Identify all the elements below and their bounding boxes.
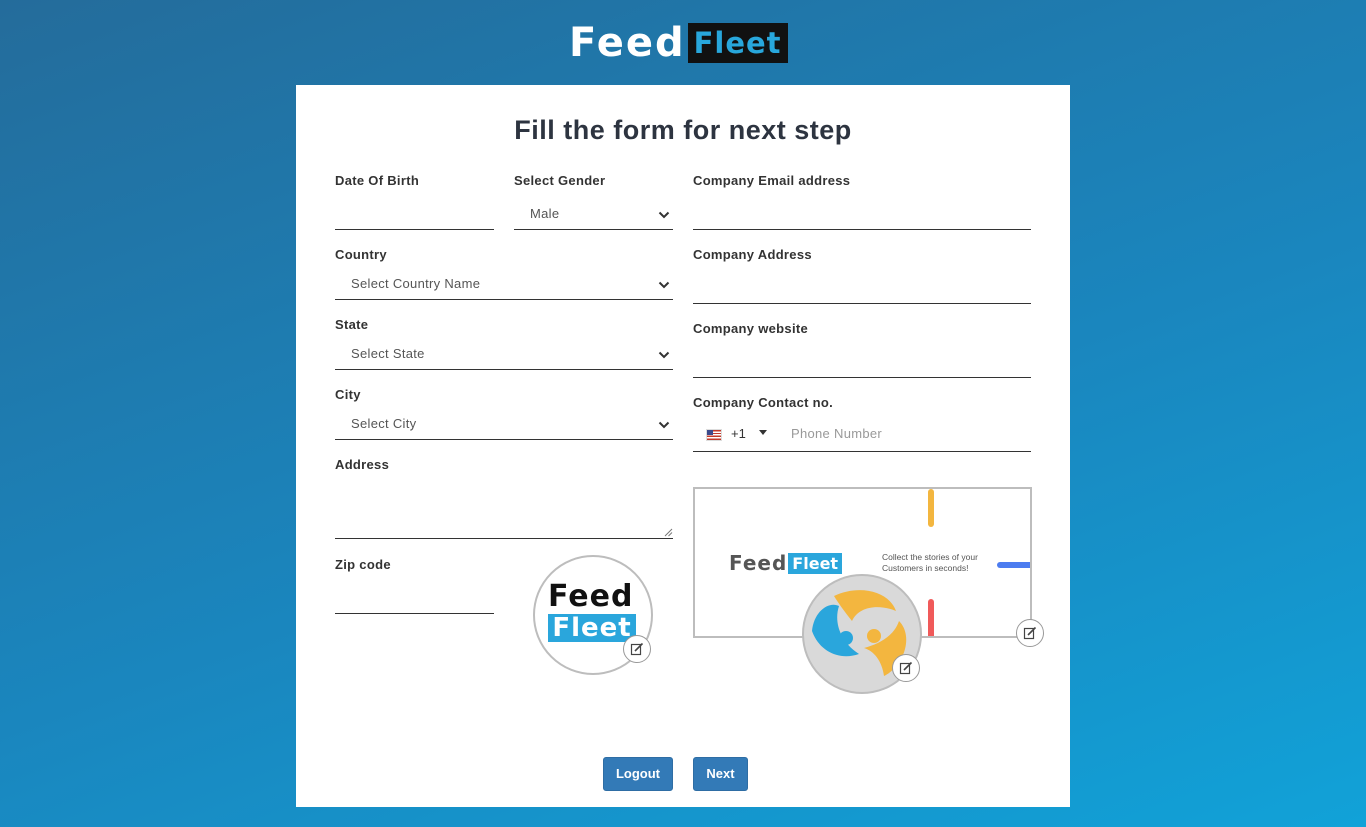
company-email-label: Company Email address [693, 173, 851, 188]
gender-label: Select Gender [514, 173, 606, 188]
gender-select-value: Male [530, 206, 560, 221]
caret-down-icon [759, 430, 767, 435]
phone-underline [693, 451, 1031, 452]
decorative-bar-yellow [928, 489, 934, 527]
edit-cover-image-button[interactable] [1016, 619, 1044, 647]
city-label: City [335, 387, 361, 402]
country-select-underline [335, 299, 673, 300]
profile-image-text-fleet: Fleet [548, 614, 636, 642]
dob-field[interactable] [335, 229, 494, 230]
company-address-field[interactable] [693, 303, 1031, 304]
decorative-bar-blue [997, 562, 1030, 568]
form-title: Fill the form for next step [514, 115, 852, 145]
chevron-down-icon [658, 281, 670, 289]
country-label: Country [335, 247, 387, 262]
form-card: Fill the form for next step Date Of Birt… [296, 85, 1070, 807]
cover-tagline: Collect the stories of your Customers in… [882, 552, 978, 573]
chevron-down-icon [658, 351, 670, 359]
company-address-label: Company Address [693, 247, 812, 262]
brand-logo-fleet: Fleet [687, 23, 788, 63]
edit-company-logo-button[interactable] [892, 654, 920, 682]
country-select-value: Select Country Name [351, 276, 481, 291]
zip-label: Zip code [335, 557, 391, 572]
edit-profile-image-button[interactable] [623, 635, 651, 663]
dob-label: Date Of Birth [335, 173, 420, 188]
edit-icon [1023, 626, 1037, 640]
city-select-underline [335, 439, 673, 440]
next-button[interactable]: Next [693, 757, 748, 791]
city-select-value: Select City [351, 416, 417, 431]
state-select-value: Select State [351, 346, 425, 361]
chevron-down-icon [658, 421, 670, 429]
company-website-field[interactable] [693, 377, 1031, 378]
brand-logo-feed: Feed [569, 20, 686, 66]
address-label: Address [335, 457, 390, 472]
state-select-underline [335, 369, 673, 370]
state-label: State [335, 317, 369, 332]
resize-handle-icon[interactable] [664, 528, 673, 537]
address-textarea[interactable] [335, 480, 673, 539]
gender-select-underline [514, 229, 673, 230]
chevron-down-icon [658, 211, 670, 219]
decorative-bar-red [928, 599, 934, 636]
logout-button[interactable]: Logout [603, 757, 673, 791]
company-website-label: Company website [693, 321, 809, 336]
edit-icon [630, 642, 644, 656]
edit-icon [899, 661, 913, 675]
dial-code: +1 [731, 426, 746, 441]
phone-number-input[interactable]: Phone Number [791, 426, 882, 441]
cover-logo-fleet: Fleet [788, 552, 843, 574]
cover-logo: Feed Fleet [729, 551, 843, 575]
us-flag-icon [706, 429, 722, 441]
cover-logo-feed: Feed [729, 551, 788, 575]
company-email-field[interactable] [693, 229, 1031, 230]
profile-image-text-feed: Feed [548, 579, 634, 614]
zip-field[interactable] [335, 613, 494, 614]
brand-logo: Feed Fleet [569, 22, 788, 64]
company-contact-label: Company Contact no. [693, 395, 834, 410]
